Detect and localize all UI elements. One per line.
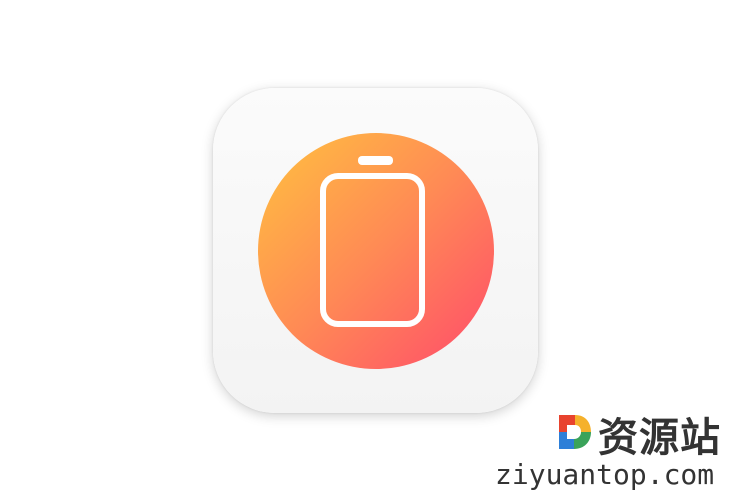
app-icon-gradient-circle [258,133,494,369]
battery-icon [320,173,425,327]
ziyuantop-logo-icon [559,415,591,449]
watermark-url: ziyuantop.com [495,458,715,491]
battery-icon-cap [358,156,393,165]
app-icon-tile [213,88,538,413]
canvas: 资源站 ziyuantop.com [0,0,750,500]
watermark-site-name: 资源站 [598,415,721,461]
